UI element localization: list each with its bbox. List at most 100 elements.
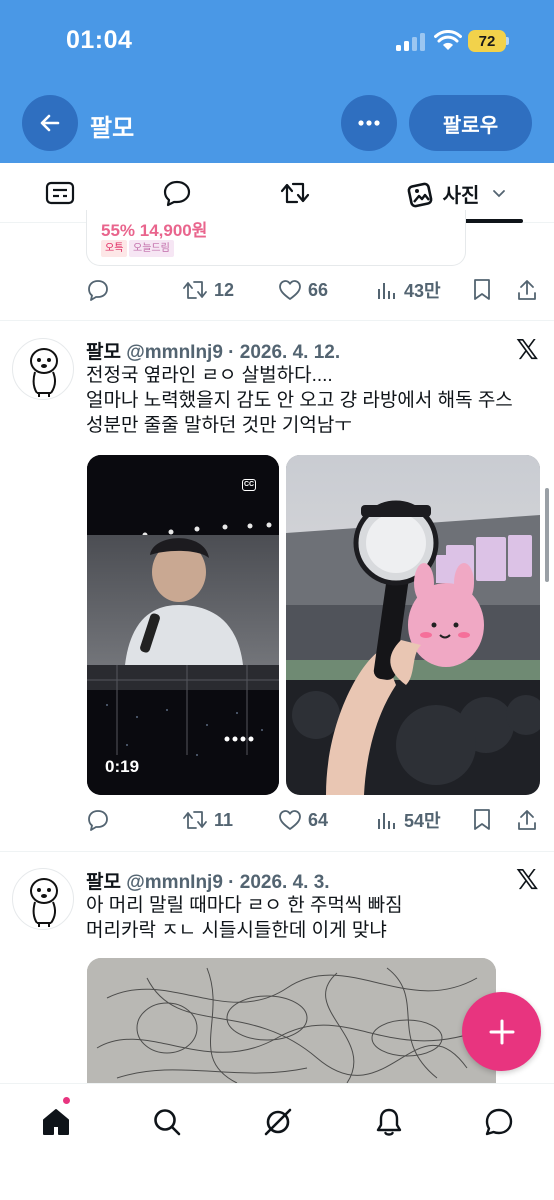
photo-tab-icon — [407, 182, 433, 208]
more-button[interactable] — [341, 95, 397, 151]
bookmark-button[interactable] — [472, 272, 492, 308]
share-icon — [518, 810, 536, 830]
tweet-text-line: 머리카락 ㅈㄴ 시들시들한데 이게 맞냐 — [86, 920, 387, 941]
battery-tip — [506, 37, 509, 45]
tweet-divider — [0, 320, 554, 321]
retweet-tab-icon — [280, 182, 310, 204]
retweet-icon — [183, 811, 207, 829]
battery-level: 72 — [478, 32, 496, 50]
bottom-navigation — [0, 1083, 554, 1200]
tweet-text: 전정국 옆라인 ㄹㅇ 살벌하다.... 얼마나 노력했을지 감도 안 오고 걍 … — [86, 363, 513, 438]
product-price: 55% 14,900원 — [101, 221, 208, 240]
reply-button[interactable] — [86, 272, 110, 308]
avatar-character-icon — [30, 348, 58, 397]
share-button[interactable] — [516, 802, 538, 838]
compose-icon — [489, 1019, 514, 1044]
bookmark-icon — [474, 809, 490, 830]
bell-icon — [376, 1108, 402, 1136]
retweet-count: 11 — [214, 809, 234, 830]
nav-search[interactable] — [145, 1100, 189, 1144]
profile-header: 01:04 72 팔모 팔로우 — [0, 0, 554, 163]
author-name[interactable]: 팔모 — [86, 872, 121, 893]
photo-thumbnail — [286, 455, 540, 795]
home-notification-dot — [62, 1096, 71, 1105]
views-count: 43만 — [404, 281, 441, 301]
author-name[interactable]: 팔모 — [86, 342, 121, 363]
nav-notifications[interactable] — [367, 1100, 411, 1144]
x-logo-icon: 𝕏 — [516, 863, 539, 896]
like-button[interactable]: 64 — [278, 802, 328, 838]
x-logo-icon: 𝕏 — [516, 333, 539, 366]
tab-timeline[interactable] — [38, 163, 82, 223]
views-button[interactable]: 43만 — [376, 272, 441, 308]
reply-icon — [88, 280, 108, 301]
author-handle-date[interactable]: @mmnInj9 · 2026. 4. 12. — [126, 342, 340, 363]
closed-captions-icon[interactable]: CC — [242, 479, 256, 491]
product-card[interactable]: 55% 14,900원 오특 오늘드림 — [86, 210, 466, 266]
views-button[interactable]: 54만 — [376, 802, 441, 838]
nav-home[interactable] — [34, 1100, 78, 1144]
tweet-photo[interactable] — [286, 455, 540, 795]
photo-thumbnail — [87, 958, 496, 1088]
like-icon — [279, 280, 301, 300]
bookmark-button[interactable] — [472, 802, 492, 838]
retweet-icon — [183, 281, 207, 299]
nav-messages[interactable] — [477, 1100, 521, 1144]
tweet-actions: 11 64 54만 — [86, 802, 540, 838]
tweet-photo[interactable] — [87, 958, 496, 1088]
retweet-button[interactable]: 11 — [182, 802, 233, 838]
author-handle-date[interactable]: @mmnInj9 · 2026. 4. 3. — [126, 872, 329, 893]
grok-icon — [264, 1108, 292, 1136]
tweet-header: 팔모 @mmnInj9 · 2026. 4. 12. — [86, 337, 340, 364]
tab-photos-label: 사진 — [442, 184, 480, 207]
tweet-text: 아 머리 말릴 때마다 ㄹㅇ 한 주먹씩 빠짐 머리카락 ㅈㄴ 시들시들한데 이… — [86, 893, 403, 943]
tweet-header: 팔모 @mmnInj9 · 2026. 4. 3. — [86, 867, 330, 894]
timeline-icon — [45, 181, 75, 205]
tweet-actions: 12 66 43만 — [86, 272, 540, 308]
tweet-video[interactable]: CC 0:19 — [87, 455, 279, 795]
nav-grok[interactable] — [256, 1100, 300, 1144]
avatar-character-icon — [30, 878, 58, 927]
views-count: 54만 — [404, 811, 441, 831]
share-button[interactable] — [516, 272, 538, 308]
product-tag: 오늘드림 — [129, 240, 174, 257]
like-button[interactable]: 66 — [278, 272, 328, 308]
avatar[interactable] — [12, 868, 74, 930]
wifi-icon — [434, 30, 462, 50]
share-icon — [518, 280, 536, 300]
header-title: 팔모 — [90, 115, 135, 142]
tweet-text-line: 얼마나 노력했을지 감도 안 오고 걍 라방에서 해독 주스 — [86, 390, 513, 411]
views-icon — [378, 813, 395, 829]
like-count: 66 — [308, 279, 329, 300]
video-thumbnail — [87, 455, 279, 795]
tweet-text-line: 성분만 줄줄 말하던 것만 기억남ㅜ — [86, 415, 352, 436]
cellular-signal-icon — [396, 33, 426, 51]
search-icon — [154, 1109, 181, 1136]
chevron-down-icon — [493, 190, 506, 198]
avatar[interactable] — [12, 338, 74, 400]
retweet-count: 12 — [214, 279, 235, 300]
tweet-divider — [0, 851, 554, 852]
home-icon — [43, 1109, 69, 1135]
reply-icon — [88, 810, 108, 831]
tweet-text-line: 아 머리 말릴 때마다 ㄹㅇ 한 주먹씩 빠짐 — [86, 895, 403, 916]
compose-button[interactable] — [462, 992, 541, 1071]
video-duration: 0:19 — [105, 757, 140, 776]
bookmark-icon — [474, 279, 490, 300]
messages-icon — [485, 1108, 513, 1136]
like-icon — [279, 810, 301, 830]
battery-indicator: 72 — [468, 30, 506, 52]
like-count: 64 — [308, 809, 329, 830]
reply-button[interactable] — [86, 802, 110, 838]
views-icon — [378, 283, 395, 299]
retweet-button[interactable]: 12 — [182, 272, 234, 308]
reply-tab-icon — [163, 180, 191, 207]
back-button[interactable] — [22, 95, 78, 151]
back-arrow-icon — [40, 114, 60, 132]
status-time: 01:04 — [66, 26, 133, 54]
follow-button[interactable]: 팔로우 — [409, 95, 532, 151]
scrollbar[interactable] — [545, 488, 549, 582]
more-dots-icon — [358, 120, 380, 126]
product-tag: 오특 — [101, 240, 128, 257]
tweet-text-line: 전정국 옆라인 ㄹㅇ 살벌하다.... — [86, 365, 333, 386]
